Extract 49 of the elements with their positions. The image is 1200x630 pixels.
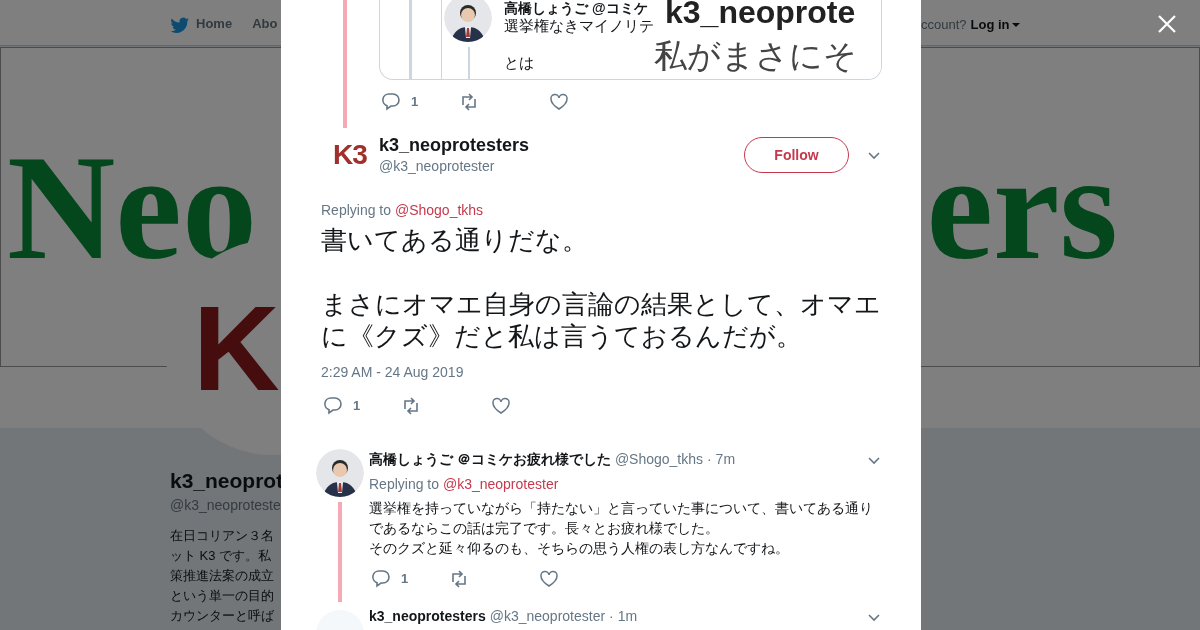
caret-icon: [1011, 22, 1020, 27]
author-name[interactable]: k3_neoprotesters: [369, 606, 486, 627]
tweet-text: そのクズと延々仰るのも、そちらの思う人権の表し方なんですね。: [369, 539, 790, 558]
like-icon[interactable]: [549, 92, 569, 112]
tweet-text: 書いてある通りだな。: [321, 224, 589, 256]
retweet-icon[interactable]: [459, 92, 479, 112]
avatar-figure: [444, 0, 492, 42]
embedded-name: 高橋しょうご @コミケ: [504, 0, 648, 16]
tweet-time[interactable]: · 1m: [609, 606, 867, 627]
like-icon[interactable]: [491, 396, 511, 416]
mention-link[interactable]: @k3_neoprotester: [442, 476, 559, 492]
close-icon[interactable]: [1158, 15, 1176, 33]
chevron-icon[interactable]: [867, 149, 881, 161]
replying-label: Replying to: [369, 476, 441, 492]
reply-icon[interactable]: [323, 396, 343, 416]
author-name[interactable]: 高橋しょうご ＠コミケお疲れ様でした: [369, 449, 611, 470]
embedded-big-text: 私がまさにそ: [654, 36, 857, 76]
like-icon[interactable]: [539, 569, 559, 589]
reply-icon[interactable]: [371, 569, 391, 589]
banner-text: ers: [926, 132, 1118, 282]
timestamp: 2:29 AM - 24 Aug 2019: [321, 363, 465, 382]
banner-text: Neo: [7, 132, 257, 282]
embedded-big-text: k3_neoprote: [665, 0, 856, 32]
profile-name: k3_neoprot: [170, 468, 284, 494]
embedded-text: 選挙権なきマイノリテ: [504, 17, 654, 35]
reply-count: 1: [411, 93, 419, 112]
reply-count: 1: [353, 397, 361, 416]
author-handle[interactable]: @k3_neoprotester: [489, 606, 606, 627]
profile-handle: @k3_neoproteste: [170, 496, 282, 515]
login-link[interactable]: Log in: [970, 15, 1020, 35]
avatar-logo-text: K: [193, 287, 280, 408]
reply-icon[interactable]: [381, 92, 401, 112]
reply-count: 1: [401, 570, 409, 589]
author-handle[interactable]: @Shogo_tkhs: [614, 449, 704, 470]
author-name[interactable]: k3_neoprotesters: [379, 133, 744, 156]
author-handle[interactable]: @k3_neoprotester: [379, 155, 744, 177]
avatar-logo-text: K3: [333, 141, 367, 169]
tweet-text: まさにオマエ自身の言論の結果として、オマエに《クズ》だと私は言うておるんだが。: [321, 288, 882, 352]
replying-label: Replying to: [321, 202, 393, 218]
tweet-time[interactable]: · 7m: [707, 449, 867, 470]
retweet-icon[interactable]: [401, 396, 421, 416]
retweet-icon[interactable]: [449, 569, 469, 589]
nav-link[interactable]: Home: [170, 14, 233, 34]
mention-link[interactable]: @Shogo_tkhs: [394, 202, 484, 218]
tweet-text: 選挙権を持っていながら「持たない」と言っていた事について、書いてある通りであるならこの話は完了です。長々とお疲れ様でした。: [369, 499, 874, 538]
nav-link[interactable]: Abo: [252, 14, 278, 34]
embedded-text: とは: [504, 53, 534, 73]
account-prompt: ccount?: [921, 16, 967, 34]
avatar-figure: [316, 449, 364, 497]
